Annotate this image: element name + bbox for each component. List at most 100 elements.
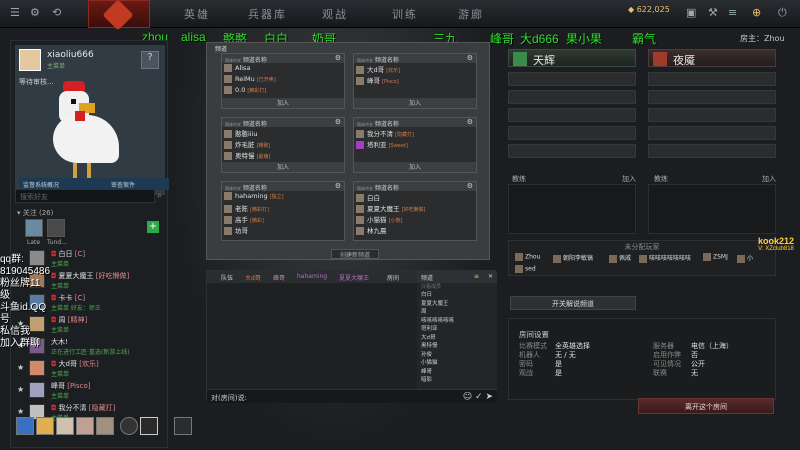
check-icon[interactable]: ✓ — [475, 392, 483, 402]
follow-avatar[interactable] — [47, 219, 65, 237]
chat-tab[interactable]: 房间 — [387, 273, 399, 282]
unassigned-player[interactable]: 咳咳咳咳咳咳咳 — [639, 253, 691, 263]
friend-search-input[interactable]: 搜索好友 — [15, 189, 155, 203]
channel-card[interactable]: 简体中文 频道名称 ⚙ Alisa ReiMu [已开卖] 0.0 [精彩打] 加… — [221, 53, 345, 109]
search-icon[interactable]: ⌕ — [157, 191, 162, 201]
chat-list-item[interactable]: 大d哥 — [417, 333, 497, 342]
gear-icon[interactable]: ⚙ — [30, 6, 40, 19]
chat-list-item[interactable]: 周 — [417, 307, 497, 316]
radiant-coach-join[interactable]: 加入 — [622, 174, 636, 184]
radiant-slot[interactable] — [508, 144, 636, 158]
list-icon[interactable]: ≡ — [474, 273, 479, 280]
dire-slot[interactable] — [648, 126, 776, 140]
party-avatar[interactable] — [76, 417, 94, 435]
profile-card[interactable]: xiaoliu666 主菜单 ? 等待审核... 监督系统概况 审查案件 — [15, 45, 169, 195]
chat-input[interactable]: 对(房间)说: ☺ ✓ ➤ — [207, 389, 497, 403]
chat-list-item[interactable]: 白日 — [417, 290, 497, 299]
unassigned-player[interactable]: ZSMJ — [703, 253, 728, 261]
create-channel-button[interactable]: 创建新频道 — [331, 249, 379, 259]
radiant-coach-slot[interactable] — [508, 184, 636, 234]
follow-avatar[interactable] — [25, 219, 43, 237]
chat-channels-icon[interactable] — [174, 417, 192, 435]
party-avatar[interactable] — [96, 417, 114, 435]
menu-icon[interactable]: ≡ — [728, 6, 737, 19]
follow-header[interactable]: ▾ 关注 (26) — [17, 208, 53, 218]
party-avatar[interactable] — [36, 417, 54, 435]
microphone-icon[interactable] — [120, 417, 138, 435]
join-channel-button[interactable]: 加入 — [354, 98, 476, 108]
chat-tab[interactable]: 峰哥 — [273, 273, 285, 282]
channel-card[interactable]: 简体中文 频道名称 ⚙ 我分不清 [隐藏打] 塔利亚 [Sweet] 加入 — [353, 117, 477, 173]
tools-icon[interactable]: ⚒ — [708, 6, 718, 19]
unassigned-player[interactable]: 小 — [737, 253, 753, 263]
nav-learn[interactable]: 训练 — [392, 6, 418, 22]
unassigned-player[interactable]: 朝阳李敏镐 — [553, 253, 593, 263]
chat-list-item[interactable]: 孙俊 — [417, 350, 497, 359]
unassigned-player[interactable]: 佩戚 — [609, 253, 631, 263]
unassigned-player[interactable]: Zhou — [515, 253, 540, 261]
send-icon[interactable]: ➤ — [485, 392, 493, 402]
chat-list-item[interactable]: 塔利亚 — [417, 324, 497, 333]
dire-slot[interactable] — [648, 108, 776, 122]
dire-coach-slot[interactable] — [648, 184, 776, 234]
chat-tab[interactable]: 夏夏大魔王 — [339, 273, 369, 282]
gear-icon[interactable]: ⚙ — [335, 118, 341, 126]
party-avatar[interactable] — [16, 417, 34, 435]
nav-arcade[interactable]: 游廊 — [458, 6, 484, 22]
unassigned-player[interactable]: sed — [515, 265, 536, 273]
chat-list-item[interactable]: 暗影 — [417, 375, 497, 384]
gear-icon[interactable]: ⚙ — [467, 54, 473, 62]
chat-list-item[interactable]: 小猫猫 — [417, 358, 497, 367]
avatar[interactable] — [19, 49, 41, 71]
dota-plus-icon[interactable] — [140, 417, 158, 435]
friend-row[interactable]: ★ ◘ 大d哥 [欢乐] 主菜单 — [15, 357, 165, 379]
nav-armory[interactable]: 兵器库 — [248, 6, 287, 22]
plus-icon[interactable]: ⊕ — [752, 6, 761, 19]
back-icon[interactable]: ⟲ — [52, 6, 61, 19]
close-icon[interactable]: ✕ — [488, 273, 493, 280]
radiant-slot[interactable] — [508, 90, 636, 104]
gear-icon[interactable]: ⚙ — [335, 182, 341, 190]
join-channel-button[interactable]: 加入 — [222, 162, 344, 172]
star-icon[interactable]: ★ — [17, 363, 24, 372]
dota-logo-button[interactable] — [88, 0, 150, 31]
chat-tab[interactable]: 队伍 — [221, 273, 233, 282]
add-friend-button[interactable]: + — [147, 221, 159, 233]
radiant-slot[interactable] — [508, 108, 636, 122]
chat-tab[interactable]: 大d哥 — [245, 273, 261, 282]
gear-icon[interactable]: ⚙ — [467, 118, 473, 126]
power-icon[interactable]: ⏻ — [778, 6, 787, 20]
party-avatar[interactable] — [56, 417, 74, 435]
dire-slot[interactable] — [648, 90, 776, 104]
chat-list-item[interactable]: 奥特慢 — [417, 341, 497, 350]
radiant-slot[interactable] — [508, 126, 636, 140]
toggle-caster-channel-button[interactable]: 开关解说频道 — [510, 296, 636, 310]
bag-icon[interactable]: ▣ — [686, 6, 696, 19]
leave-room-button[interactable]: 离开这个房间 — [638, 398, 774, 414]
join-channel-button[interactable]: 加入 — [222, 98, 344, 108]
friend-row[interactable]: ★ 峰哥 [Pisco] 主菜单 — [15, 379, 165, 401]
dire-coach-join[interactable]: 加入 — [762, 174, 776, 184]
gear-icon[interactable]: ⚙ — [467, 182, 473, 190]
rank-badge-button[interactable]: ? — [141, 51, 159, 69]
dire-slot[interactable] — [648, 144, 776, 158]
nav-heroes[interactable]: 英雄 — [184, 6, 210, 22]
chat-list-item[interactable]: 峰哥 — [417, 367, 497, 376]
radiant-slot[interactable] — [508, 72, 636, 86]
star-icon[interactable]: ★ — [17, 407, 24, 416]
gold-counter[interactable]: ◆ 622,025 — [628, 5, 670, 14]
channel-card[interactable]: 简体中文 频道名称 ⚙ 憨憨iiiu 炸毛脏 [精致] 奥特慢 [最萌] 加入 — [221, 117, 345, 173]
star-icon[interactable]: ★ — [17, 385, 24, 394]
review-cases-button[interactable]: 审查案件 — [111, 180, 135, 189]
hamburger-icon[interactable]: ☰ — [10, 6, 20, 19]
emoji-icon[interactable]: ☺ — [463, 392, 472, 402]
chat-tab[interactable]: hahaming — [297, 273, 327, 280]
channel-card[interactable]: 简体中文 频道名称 ⚙ 大d哥 [欢乐] 峰哥 [Pisco] 加入 — [353, 53, 477, 109]
gear-icon[interactable]: ⚙ — [335, 54, 341, 62]
chat-list-item[interactable]: 夏夏大魔王 — [417, 299, 497, 308]
join-channel-button[interactable]: 加入 — [354, 162, 476, 172]
channel-card[interactable]: 简体中文 频道名称 ⚙ hahaming [独立] 老陈 [精彩打] 高手 [精彩… — [221, 181, 345, 241]
channel-card[interactable]: 简体中文 频道名称 ⚙ 白白 夏夏大魔王 [好吃懒做] 小猫猫 [小熊] 林九晨 — [353, 181, 477, 241]
nav-watch[interactable]: 观战 — [322, 6, 348, 22]
chat-list-item[interactable]: 咳咳咳咳咳咳 — [417, 316, 497, 325]
